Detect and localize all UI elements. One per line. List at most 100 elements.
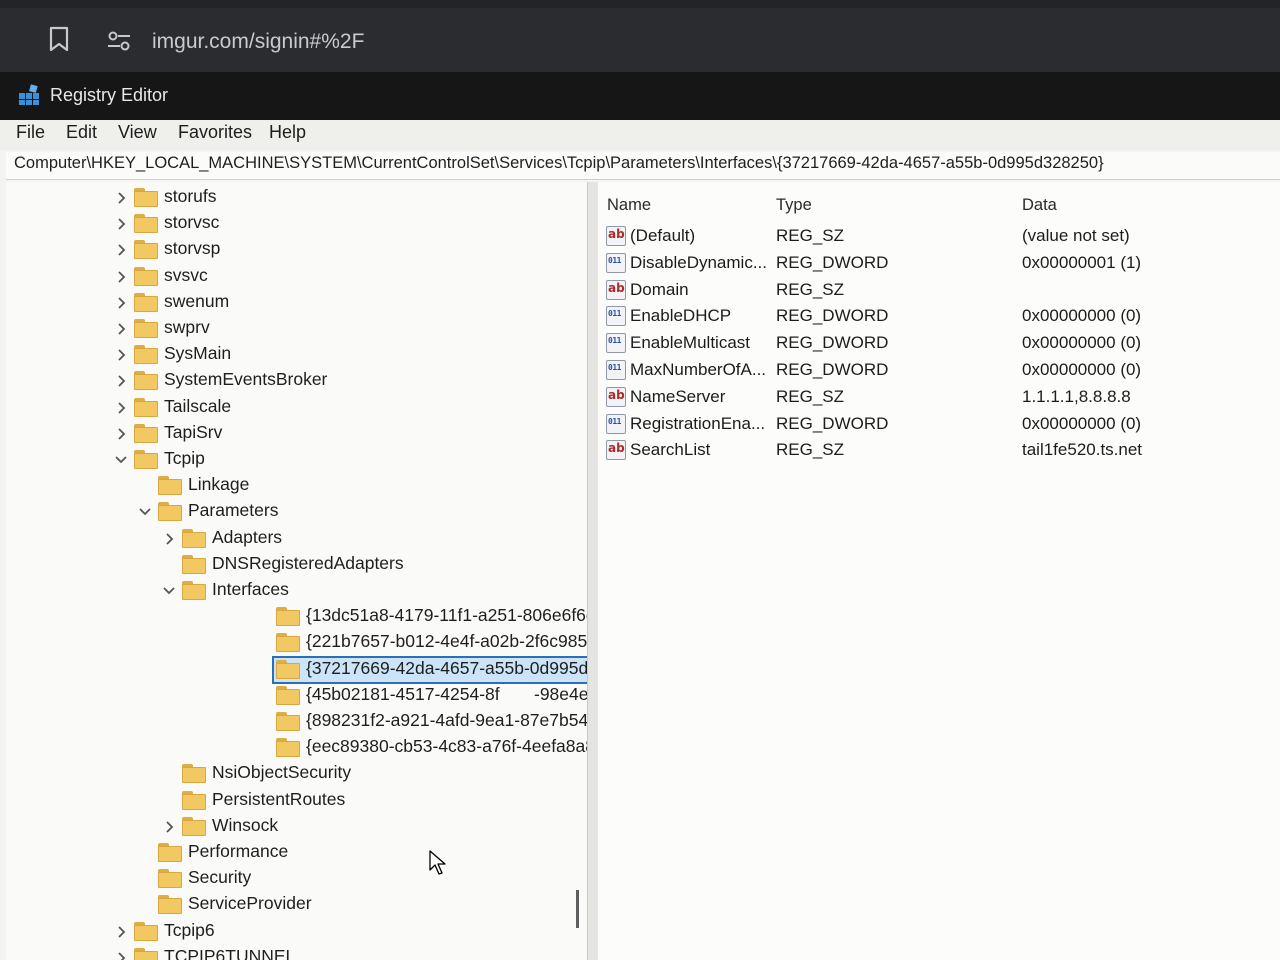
column-header-name[interactable]: Name bbox=[607, 196, 651, 215]
chevron-right-icon[interactable] bbox=[162, 819, 176, 835]
tree-item[interactable]: Linkage bbox=[134, 474, 566, 500]
tree-item-label: Linkage bbox=[188, 474, 250, 495]
chevron-right-icon[interactable] bbox=[114, 295, 128, 311]
tree-item-label: storufs bbox=[164, 186, 217, 206]
tree-item-label: DNSRegisteredAdapters bbox=[212, 552, 404, 573]
tree-item[interactable]: Parameters bbox=[134, 500, 566, 526]
tree-item-label: storvsc bbox=[164, 212, 220, 233]
chevron-down-icon[interactable] bbox=[138, 504, 152, 520]
value-row[interactable]: Domain REG_SZ bbox=[598, 278, 1280, 304]
value-row[interactable]: EnableMulticast REG_DWORD 0x00000000 (0) bbox=[598, 331, 1280, 357]
tree-item[interactable]: {221b7657-b012-4e4f-a02b-2f6c98514736} bbox=[182, 631, 587, 657]
tree-item[interactable]: TCPIP6TUNNEL bbox=[110, 946, 566, 960]
chevron-right-icon[interactable] bbox=[114, 242, 128, 258]
bookmark-icon[interactable] bbox=[48, 26, 70, 52]
value-row[interactable]: DisableDynamic... REG_DWORD 0x00000001 (1) bbox=[598, 251, 1280, 277]
folder-icon bbox=[134, 450, 158, 470]
menu-help[interactable]: Help bbox=[269, 122, 306, 143]
value-name: RegistrationEna... bbox=[630, 413, 766, 433]
tree-item[interactable]: PersistentRoutes bbox=[158, 789, 566, 815]
tree-scrollbar[interactable] bbox=[576, 890, 579, 928]
value-row[interactable]: EnableDHCP REG_DWORD 0x00000000 (0) bbox=[598, 304, 1280, 330]
tree-item[interactable]: storvsp bbox=[110, 238, 566, 264]
chevron-right-icon[interactable] bbox=[114, 190, 128, 206]
folder-icon bbox=[134, 292, 158, 313]
menu-edit[interactable]: Edit bbox=[66, 122, 97, 143]
tree-item[interactable]: svsvc bbox=[110, 265, 566, 291]
address-bar-url[interactable]: imgur.com/signin#%2F bbox=[152, 30, 364, 54]
tree-item-label: {898231f2-a921-4afd-9ea1-87e7b54c83ec} bbox=[306, 710, 588, 730]
chevron-down-icon[interactable] bbox=[114, 452, 128, 468]
tree-item[interactable]: storvsc bbox=[110, 212, 566, 238]
tree-item[interactable]: Performance bbox=[134, 841, 566, 867]
tree-item[interactable]: Interfaces bbox=[158, 579, 566, 605]
chevron-right-icon[interactable] bbox=[114, 347, 128, 363]
value-data: 0x00000000 (0) bbox=[1022, 306, 1142, 326]
tree-item[interactable]: SystemEventsBroker bbox=[110, 369, 566, 395]
value-row[interactable]: MaxNumberOfA... REG_DWORD 0x00000000 (0) bbox=[598, 358, 1280, 384]
tree-item-label: TapiSrv bbox=[164, 421, 223, 442]
tree-item[interactable]: {37217669-42da-4657-a55b-0d995d328250} bbox=[182, 655, 587, 684]
tree-item[interactable]: SysMain bbox=[110, 343, 566, 369]
chevron-right-icon[interactable] bbox=[114, 426, 128, 442]
tree-item-label: {37217669-42da-4657-a55b-0d995d328250} bbox=[306, 657, 588, 678]
registry-address-bar[interactable]: Computer\HKEY_LOCAL_MACHINE\SYSTEM\Curre… bbox=[6, 152, 1280, 180]
tree-item[interactable]: Winsock bbox=[158, 815, 566, 841]
binary-value-icon bbox=[606, 333, 626, 354]
pane-splitter[interactable] bbox=[588, 182, 598, 960]
binary-value-icon bbox=[606, 306, 626, 327]
tree-item[interactable]: {13dc51a8-4179-11f1-a251-806e6f6e6963} bbox=[182, 605, 587, 631]
tree-item[interactable]: Adapters bbox=[158, 527, 566, 553]
tree-item[interactable]: TapiSrv bbox=[110, 422, 566, 448]
binary-value-icon bbox=[606, 413, 626, 434]
value-type: REG_SZ bbox=[776, 226, 845, 245]
tree-item[interactable]: NsiObjectSecurity bbox=[158, 762, 566, 788]
tree-item[interactable]: swenum bbox=[110, 291, 566, 317]
tree-item[interactable]: {eec89380-cb53-4c83-a76f-4eefa8a8dda9} bbox=[182, 736, 587, 762]
menu-favorites[interactable]: Favorites bbox=[178, 122, 252, 143]
chevron-right-icon[interactable] bbox=[114, 400, 128, 416]
chevron-right-icon[interactable] bbox=[114, 373, 128, 389]
values-pane[interactable]: Name Type Data (Default) REG_SZ (value not… bbox=[598, 182, 1280, 960]
tree-item[interactable]: swprv bbox=[110, 317, 566, 343]
tree-item[interactable]: DNSRegisteredAdapters bbox=[158, 553, 566, 579]
folder-icon bbox=[182, 764, 206, 784]
tree-item[interactable]: {898231f2-a921-4afd-9ea1-87e7b54c83ec} bbox=[182, 710, 587, 736]
chevron-down-icon[interactable] bbox=[162, 583, 176, 599]
value-row[interactable]: (Default) REG_SZ (value not set) bbox=[598, 224, 1280, 250]
column-header-type[interactable]: Type bbox=[776, 196, 812, 215]
tree-item[interactable]: Tailscale bbox=[110, 396, 566, 422]
folder-icon bbox=[158, 843, 182, 863]
chevron-right-icon[interactable] bbox=[114, 216, 128, 232]
value-data: 0x00000001 (1) bbox=[1022, 252, 1142, 272]
value-data: (value not set) bbox=[1022, 226, 1130, 245]
folder-icon bbox=[134, 345, 158, 365]
registry-path[interactable]: Computer\HKEY_LOCAL_MACHINE\SYSTEM\Curre… bbox=[14, 154, 1104, 173]
column-header-data[interactable]: Data bbox=[1022, 196, 1057, 215]
value-data: 0x00000000 (0) bbox=[1022, 360, 1142, 379]
tree-item[interactable]: Security bbox=[134, 867, 566, 893]
folder-icon bbox=[182, 581, 206, 601]
chevron-right-icon[interactable] bbox=[162, 531, 176, 547]
value-name: Domain bbox=[630, 279, 689, 299]
value-name: EnableMulticast bbox=[630, 333, 751, 353]
menu-view[interactable]: View bbox=[118, 122, 157, 143]
tree-item[interactable]: {45b02181-4517-4254-8f -98e4e76a127e} bbox=[182, 684, 587, 710]
tree-item[interactable]: Tcpip bbox=[110, 448, 566, 474]
value-row[interactable]: NameServer REG_SZ 1.1.1.1,8.8.8.8 bbox=[598, 385, 1280, 411]
folder-icon bbox=[276, 685, 300, 706]
menu-file[interactable]: File bbox=[16, 122, 45, 143]
tree-item[interactable]: ServiceProvider bbox=[134, 893, 566, 919]
chevron-right-icon[interactable] bbox=[114, 321, 128, 337]
value-row[interactable]: SearchList REG_SZ tail1fe520.ts.net bbox=[598, 438, 1280, 464]
chevron-right-icon[interactable] bbox=[114, 950, 128, 960]
value-row[interactable]: RegistrationEna... REG_DWORD 0x00000000 (0… bbox=[598, 412, 1280, 438]
key-tree-pane[interactable]: storufs storvsc storvsp svsvc swenum swprv Sys… bbox=[6, 182, 588, 960]
menu-bar: File Edit View Favorites Help bbox=[0, 120, 1280, 150]
tune-icon[interactable] bbox=[106, 30, 132, 52]
tree-item[interactable]: Tcpip6 bbox=[110, 920, 566, 946]
tree-item-label: swprv bbox=[164, 317, 210, 337]
chevron-right-icon[interactable] bbox=[114, 269, 128, 285]
tree-item[interactable]: storufs bbox=[110, 186, 566, 212]
chevron-right-icon[interactable] bbox=[114, 924, 128, 940]
